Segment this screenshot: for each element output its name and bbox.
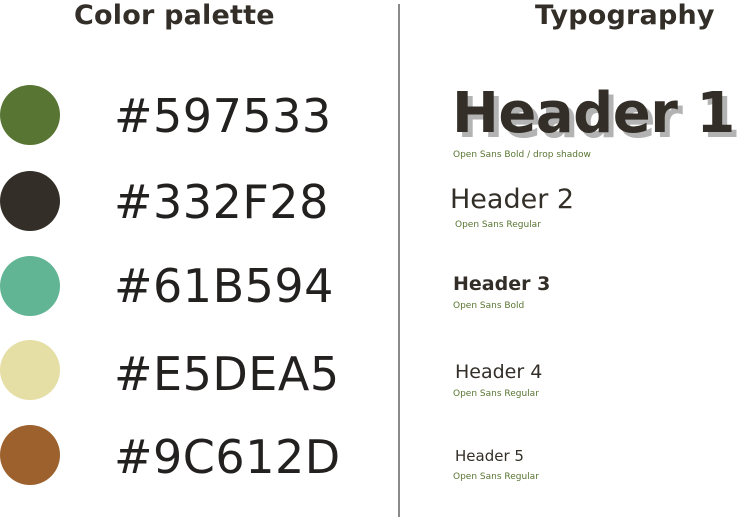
color-swatch-teal xyxy=(0,256,60,316)
header-5-font-note: Open Sans Regular xyxy=(453,472,539,482)
color-hex-label: #61B594 xyxy=(114,259,334,313)
header-3-font-note: Open Sans Bold xyxy=(453,301,525,311)
color-hex-label: #9C612D xyxy=(114,430,341,484)
color-hex-label: #597533 xyxy=(114,89,332,143)
header-2-sample: Header 2 xyxy=(450,184,575,215)
color-hex-label: #332F28 xyxy=(114,175,329,229)
color-swatch-green xyxy=(0,85,60,145)
header-3-sample: Header 3 xyxy=(453,273,551,295)
color-swatch-rust xyxy=(0,425,60,485)
typography-title: Typography xyxy=(535,0,715,31)
color-palette-title: Color palette xyxy=(74,0,275,31)
header-4-font-note: Open Sans Regular xyxy=(453,389,539,399)
header-5-sample: Header 5 xyxy=(455,447,524,465)
color-hex-label: #E5DEA5 xyxy=(114,347,340,401)
section-divider xyxy=(398,4,400,517)
header-1-font-note: Open Sans Bold / drop shadow xyxy=(453,150,591,160)
color-swatch-dark-brown xyxy=(0,171,60,231)
header-1-sample: Header 1 xyxy=(452,81,735,146)
color-swatch-cream xyxy=(0,340,60,400)
header-4-sample: Header 4 xyxy=(455,361,543,383)
header-2-font-note: Open Sans Regular xyxy=(455,220,541,230)
